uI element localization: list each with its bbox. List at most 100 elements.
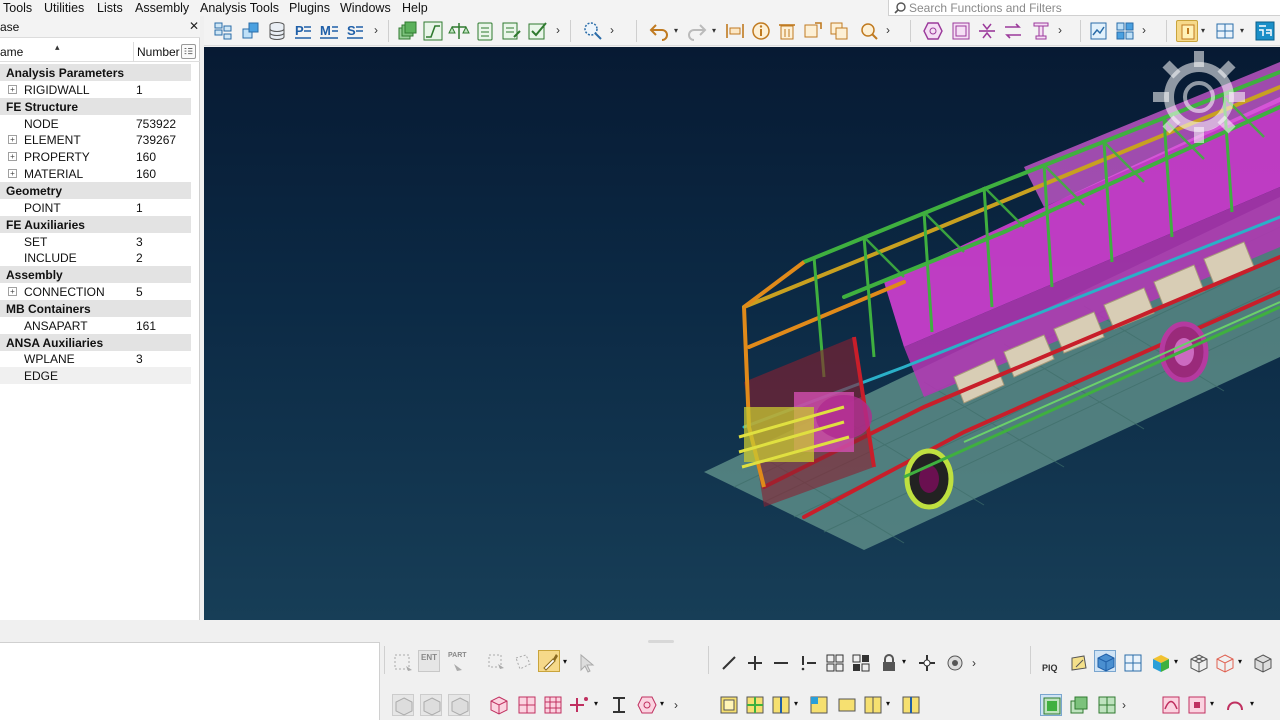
transform-icon[interactable] <box>802 20 824 42</box>
render-dropdown-icon[interactable]: ▾ <box>1238 652 1248 674</box>
wire-cube-icon[interactable] <box>1188 652 1210 674</box>
green-frame-icon[interactable] <box>1040 694 1062 716</box>
red-wire-cube-icon[interactable] <box>1214 652 1236 674</box>
menu-help[interactable]: Help <box>402 1 428 15</box>
cube-view-1-icon[interactable] <box>392 694 414 716</box>
green-stack-icon[interactable] <box>1068 694 1090 716</box>
hex-dropdown-icon[interactable]: ▾ <box>660 694 670 716</box>
select-add-icon[interactable] <box>486 652 508 674</box>
settings-grid-icon[interactable] <box>1114 20 1136 42</box>
menu-windows[interactable]: Windows <box>340 1 391 15</box>
3d-viewport[interactable] <box>204 47 1280 620</box>
structure-icon[interactable] <box>1254 20 1276 42</box>
lock-dropdown-icon[interactable]: ▾ <box>902 652 912 674</box>
measure-icon[interactable] <box>724 20 746 42</box>
pink-box-icon[interactable] <box>1186 694 1208 716</box>
results-icon[interactable] <box>1088 20 1110 42</box>
menu-lists[interactable]: Lists <box>97 1 123 15</box>
layers-icon[interactable] <box>396 20 418 42</box>
move-icon[interactable] <box>916 652 938 674</box>
category-row[interactable]: FE Structure <box>0 97 191 115</box>
category-row[interactable]: Analysis Parameters <box>0 64 191 81</box>
part-mode-button[interactable]: PART <box>446 650 468 672</box>
box-select-icon[interactable] <box>392 652 414 674</box>
line-tool-icon[interactable] <box>718 652 740 674</box>
chevron-right-icon[interactable]: › <box>610 23 620 39</box>
menu-utilities[interactable]: Utilities <box>44 1 84 15</box>
yellow-edge-icon[interactable] <box>900 694 922 716</box>
table-row[interactable]: INCLUDE 2 <box>0 249 191 266</box>
target-icon[interactable] <box>944 652 966 674</box>
chevron-right-icon[interactable]: › <box>886 23 896 39</box>
chevron-right-icon[interactable]: › <box>556 23 566 39</box>
ibeam-icon[interactable] <box>608 694 630 716</box>
category-row[interactable]: MB Containers <box>0 299 191 317</box>
property-editor-icon[interactable]: P <box>292 20 314 42</box>
parts-icon[interactable] <box>240 20 262 42</box>
chevron-right-icon[interactable]: › <box>972 656 982 672</box>
brush-select-icon[interactable] <box>538 650 560 672</box>
split-dropdown-icon[interactable]: ▾ <box>794 694 804 716</box>
report-icon[interactable] <box>500 20 522 42</box>
window-layout-icon[interactable] <box>1214 20 1236 42</box>
column-settings-icon[interactable] <box>181 44 196 59</box>
box-dropdown-icon[interactable]: ▾ <box>1210 694 1220 716</box>
beam-icon[interactable] <box>1030 20 1052 42</box>
tree-list-icon[interactable] <box>212 20 234 42</box>
table-row[interactable]: EDGE <box>0 367 191 385</box>
undo-dropdown-icon[interactable]: ▾ <box>674 26 684 42</box>
copy-icon[interactable] <box>828 20 850 42</box>
balance-icon[interactable] <box>448 20 470 42</box>
close-icon[interactable]: ✕ <box>189 19 199 33</box>
arc-dropdown-icon[interactable]: ▾ <box>1250 694 1260 716</box>
green-grid-icon[interactable] <box>1096 694 1118 716</box>
table-row[interactable]: WPLANE 3 <box>0 350 191 367</box>
check-quality-icon[interactable] <box>526 20 548 42</box>
color-cube-icon[interactable] <box>1150 652 1172 674</box>
neighbors-icon[interactable] <box>850 652 872 674</box>
shaded-mode-icon[interactable] <box>1094 650 1116 672</box>
table-row[interactable]: + CONNECTION 5 <box>0 283 191 300</box>
table-row[interactable]: ANSAPART 161 <box>0 317 191 334</box>
checklist-icon[interactable] <box>474 20 496 42</box>
brush-dropdown-icon[interactable]: ▾ <box>563 652 573 674</box>
category-row[interactable]: ANSA Auxiliaries <box>0 333 191 351</box>
cube-view-3-icon[interactable] <box>448 694 470 716</box>
pink-curve-icon[interactable] <box>1160 694 1182 716</box>
highlight-dropdown-icon[interactable]: ▾ <box>1201 26 1211 42</box>
yellow-cross-icon[interactable] <box>744 694 766 716</box>
pink-cube-icon[interactable] <box>488 694 510 716</box>
yellow-tab-icon[interactable] <box>808 694 830 716</box>
menu-tools[interactable]: Tools <box>3 1 32 15</box>
highlight-mode-icon[interactable] <box>1176 20 1198 42</box>
table-row[interactable]: + RIGIDWALL 1 <box>0 81 191 98</box>
grid-icon[interactable] <box>824 652 846 674</box>
pointer-icon[interactable] <box>576 652 598 674</box>
pink-arc-icon[interactable] <box>1224 694 1246 716</box>
table-row[interactable]: + ELEMENT 739267 <box>0 131 191 148</box>
table-row[interactable]: + PROPERTY 160 <box>0 148 191 165</box>
cube-view-2-icon[interactable] <box>420 694 442 716</box>
undo-icon[interactable] <box>648 20 670 42</box>
table-row[interactable]: SET 3 <box>0 233 191 250</box>
set-editor-icon[interactable]: S <box>344 20 366 42</box>
shade-edge-icon[interactable] <box>1068 652 1090 674</box>
message-console[interactable] <box>0 642 380 720</box>
swap-icon[interactable] <box>1002 20 1024 42</box>
table-row[interactable]: NODE 753922 <box>0 115 191 132</box>
expand-icon[interactable]: + <box>8 152 17 162</box>
info-icon[interactable] <box>750 20 772 42</box>
menu-plugins[interactable]: Plugins <box>289 1 330 15</box>
wireframe-grid-icon[interactable] <box>1122 652 1144 674</box>
chevron-right-icon[interactable]: › <box>1142 23 1152 39</box>
mesh-frame-icon[interactable] <box>950 20 972 42</box>
table-row[interactable]: POINT 1 <box>0 199 191 216</box>
table-row[interactable]: + MATERIAL 160 <box>0 165 191 182</box>
database-icon[interactable] <box>266 20 288 42</box>
plus-icon[interactable] <box>744 652 766 674</box>
menu-analysis-tools[interactable]: Analysis Tools <box>200 1 279 15</box>
category-row[interactable]: FE Auxiliaries <box>0 215 191 233</box>
hexagon-icon[interactable] <box>922 20 944 42</box>
column-header-number[interactable]: Number <box>137 45 180 59</box>
menu-assembly[interactable]: Assembly <box>135 1 189 15</box>
